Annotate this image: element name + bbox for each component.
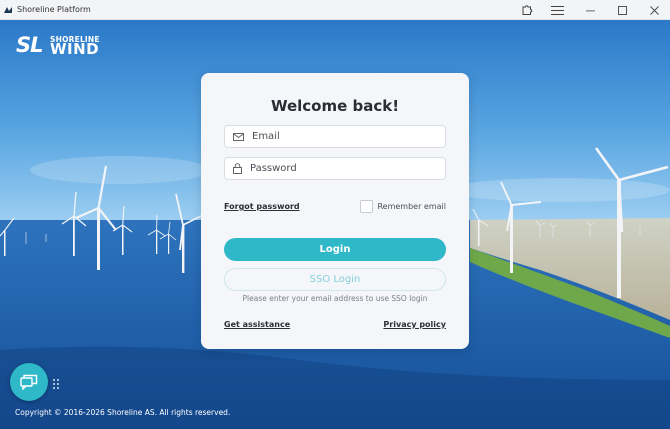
login-button[interactable]: Login (224, 238, 446, 261)
email-field[interactable] (224, 125, 446, 148)
get-assistance-link[interactable]: Get assistance (224, 320, 290, 329)
drag-handle-icon[interactable] (52, 378, 60, 390)
lock-icon (233, 163, 242, 174)
sso-hint-text: Please enter your email address to use S… (242, 294, 428, 303)
maximize-icon (617, 5, 627, 15)
forgot-password-link[interactable]: Forgot password (224, 202, 300, 211)
remember-email-label: Remember email (377, 202, 446, 211)
login-card: Welcome back! Forgot password Remember e… (201, 73, 469, 349)
email-input[interactable] (252, 131, 432, 142)
menu-button[interactable] (540, 0, 574, 20)
welcome-heading: Welcome back! (270, 97, 400, 115)
privacy-policy-link[interactable]: Privacy policy (383, 320, 446, 329)
logo-mark: SL (16, 33, 43, 57)
title-bar: Shoreline Platform (0, 0, 670, 20)
close-icon (649, 5, 659, 15)
remember-email-toggle[interactable]: Remember email (360, 200, 446, 213)
app-logo-icon (4, 6, 12, 13)
puzzle-icon (522, 5, 533, 15)
extensions-button[interactable] (514, 0, 540, 20)
hamburger-icon (550, 5, 564, 15)
minimize-button[interactable] (574, 0, 606, 20)
window-title: Shoreline Platform (17, 5, 91, 14)
shoreline-wind-logo: SL SHORELINE WIND (16, 33, 100, 58)
password-field[interactable] (224, 157, 446, 180)
remember-email-checkbox[interactable] (360, 200, 374, 213)
maximize-button[interactable] (606, 0, 638, 20)
envelope-icon (233, 132, 244, 141)
sso-login-button[interactable]: SSO Login (224, 268, 446, 291)
password-input[interactable] (250, 163, 430, 174)
chat-bubbles-icon (20, 374, 38, 390)
copyright-text: Copyright © 2016-2026 Shoreline AS. All … (15, 408, 231, 417)
logo-line-2: WIND (50, 40, 100, 58)
chat-button[interactable] (10, 363, 48, 401)
close-button[interactable] (638, 0, 670, 20)
minimize-icon (585, 10, 595, 11)
